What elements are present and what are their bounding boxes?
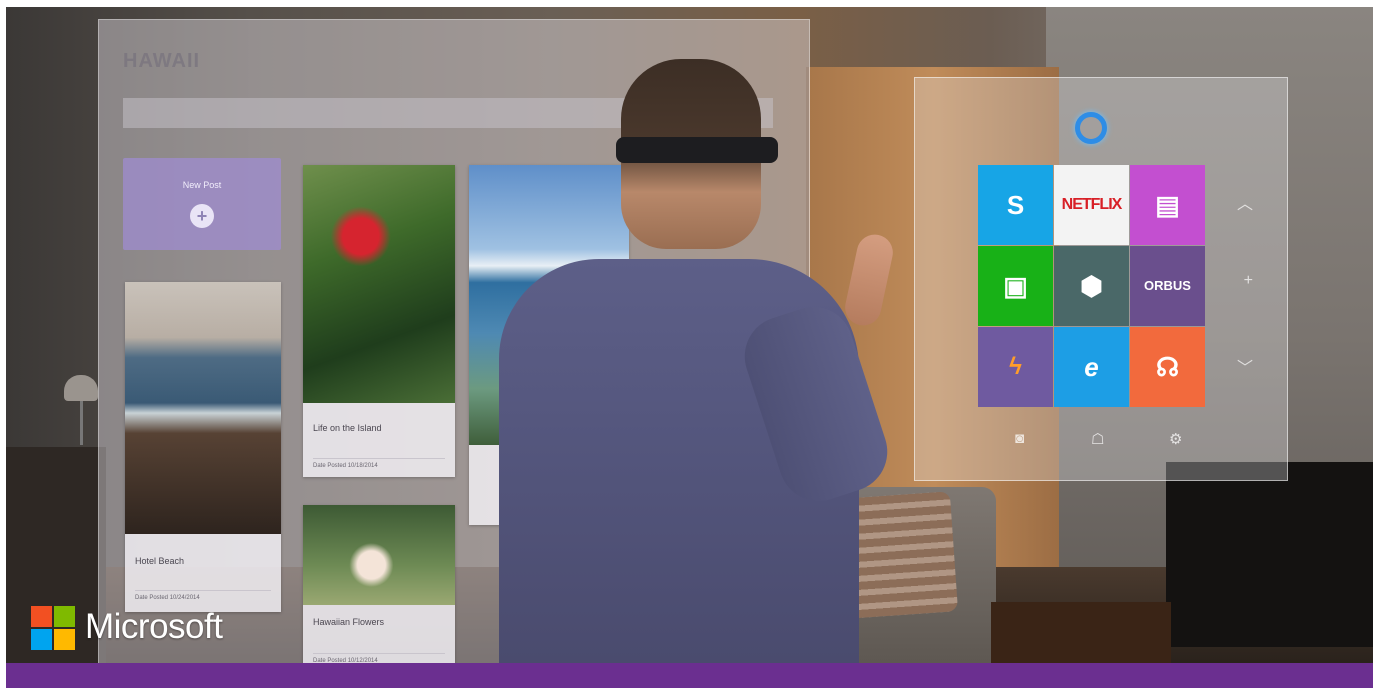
store-tile[interactable]: ▣ (978, 246, 1053, 326)
post-card[interactable]: Life on the Island Date Posted 10/18/201… (303, 165, 455, 477)
internet-explorer-tile[interactable]: e (1054, 327, 1129, 407)
onelight-tile[interactable]: ϟ (978, 327, 1053, 407)
post-date: Date Posted 10/24/2014 (135, 590, 271, 601)
television (1166, 462, 1373, 647)
desk-lamp (64, 375, 100, 445)
app-icon: ▤ (1155, 190, 1180, 220)
music-tile[interactable]: ☊ (1130, 327, 1205, 407)
people-icon[interactable]: ☖ (1091, 430, 1104, 448)
chevron-up-icon[interactable]: ︿ (1237, 190, 1253, 214)
post-date: Date Posted 10/12/2014 (313, 653, 445, 663)
side-table (991, 602, 1171, 663)
photo-scene: HAWAII New Post + Hotel Beach Date Poste… (6, 7, 1373, 663)
onelight-icon: ϟ (1009, 353, 1022, 380)
headphones-icon: ☊ (1155, 352, 1180, 382)
plus-icon[interactable]: + (1244, 272, 1253, 290)
post-date: Date Posted 10/18/2014 (313, 458, 445, 469)
chevron-down-icon[interactable]: ﹀ (1237, 354, 1253, 378)
netflix-tile[interactable]: NETFLIX (1054, 165, 1129, 245)
post-card[interactable]: Hotel Beach Date Posted 10/24/2014 (125, 282, 281, 612)
hololens-headset (616, 137, 778, 163)
orbus-tile[interactable]: ORBUS (1130, 246, 1205, 326)
app-tile[interactable]: ▤ (1130, 165, 1205, 245)
brand-name: Microsoft (85, 607, 223, 646)
new-post-button[interactable]: New Post + (123, 158, 281, 250)
pointing-hand (841, 231, 897, 329)
gear-icon[interactable]: ⚙ (1169, 430, 1182, 448)
plus-icon: + (190, 204, 214, 228)
plumeria-photo (303, 505, 455, 605)
cortana-icon[interactable] (1075, 112, 1107, 144)
skype-tile[interactable]: S (978, 165, 1053, 245)
store-icon: ▣ (1003, 271, 1028, 301)
person-with-headset (471, 59, 951, 663)
post-card[interactable]: Hawaiian Flowers Date Posted 10/12/2014 (303, 505, 455, 663)
post-title: Hotel Beach (135, 556, 185, 566)
tile-grid: S NETFLIX ▤ ▣ ⬢ ORBUS ϟ e ☊ (978, 165, 1206, 408)
camera-icon[interactable]: ◙ (1015, 430, 1024, 447)
game-tile[interactable]: ⬢ (1054, 246, 1129, 326)
microsoft-logo-icon (31, 606, 75, 650)
post-title: Life on the Island (313, 423, 382, 433)
beach-photo (125, 282, 281, 534)
post-title: Hawaiian Flowers (313, 617, 385, 627)
start-menu-panel: S NETFLIX ▤ ▣ ⬢ ORBUS ϟ e ☊ ︿ + ﹀ ◙ ☖ ⚙ (914, 77, 1288, 481)
app-title: HAWAII (123, 50, 201, 72)
game-icon: ⬢ (1080, 271, 1103, 301)
brand-bar (6, 663, 1373, 688)
new-post-label: New Post (182, 180, 222, 190)
red-flower-photo (303, 165, 455, 403)
